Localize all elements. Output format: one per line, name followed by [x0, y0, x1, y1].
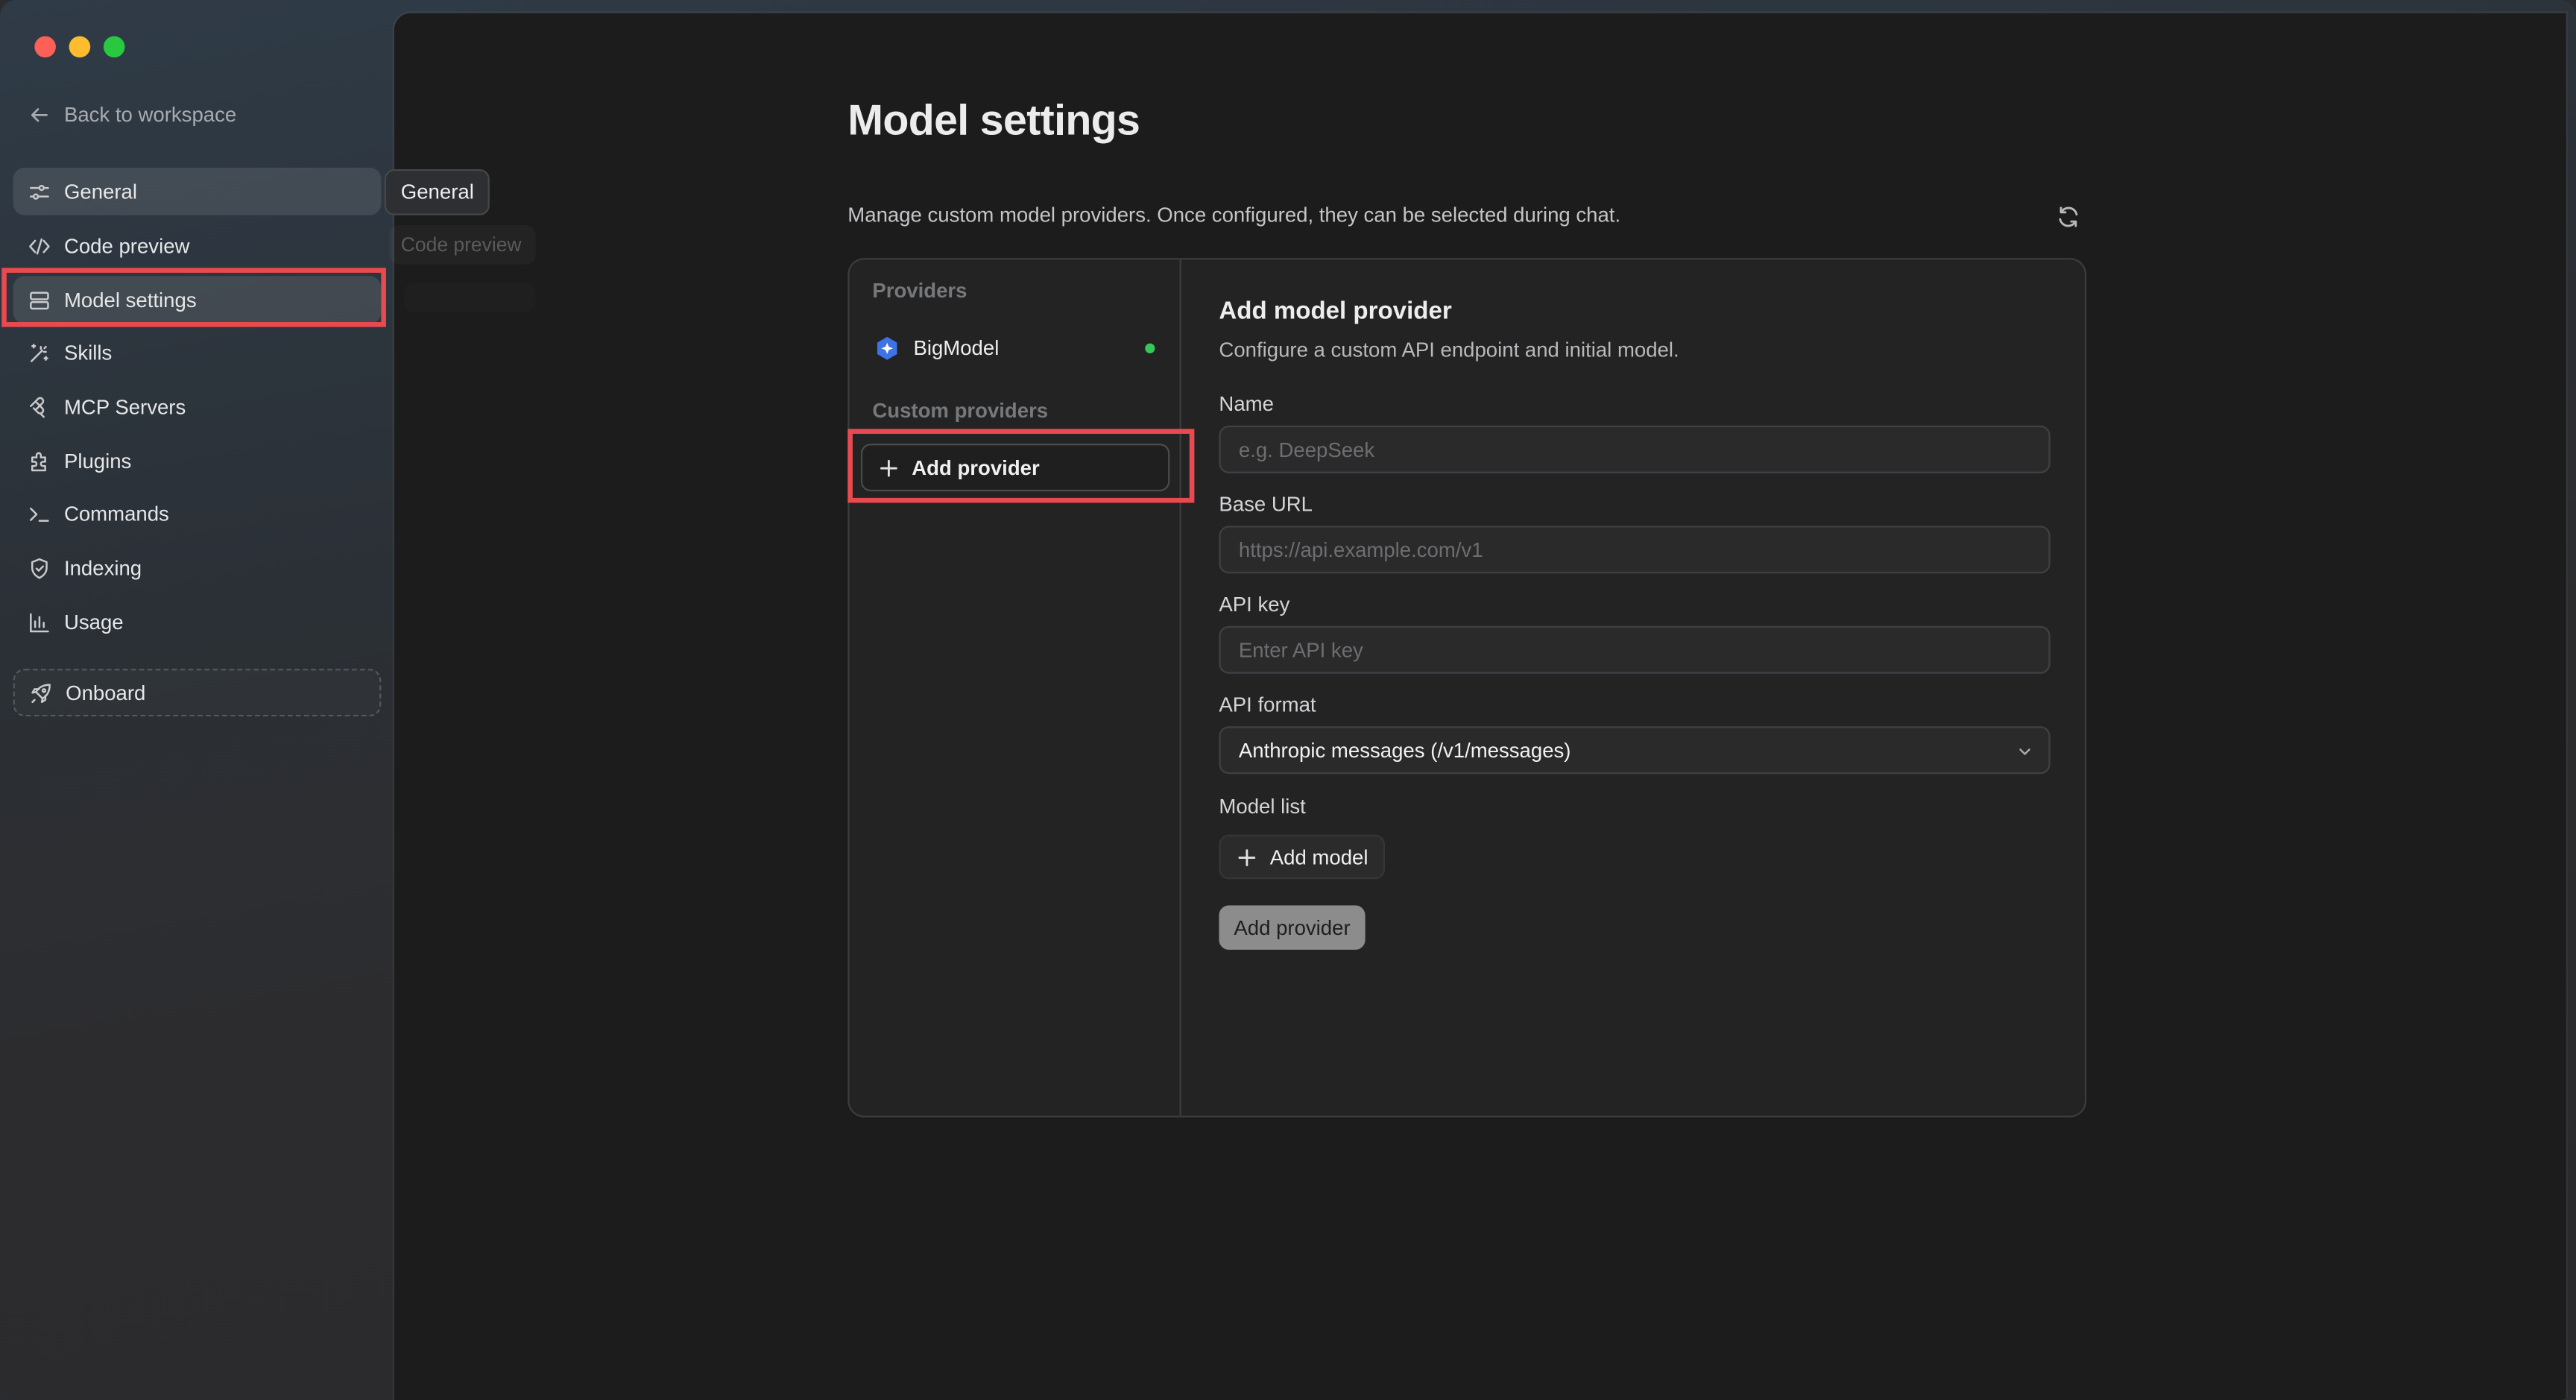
- ghost-tooltip-faint: [404, 283, 535, 312]
- sidebar-item-label: General: [63, 180, 138, 204]
- magic-wand-icon: [31, 342, 48, 362]
- plus-icon: [1238, 848, 1256, 865]
- close-window-button[interactable]: [34, 36, 56, 58]
- add-model-button[interactable]: Add model: [1219, 834, 1385, 880]
- sidebar-item-general[interactable]: General: [13, 167, 382, 215]
- server-icon: [30, 291, 49, 309]
- add-provider-label: Add provider: [912, 455, 1040, 479]
- bigmodel-logo-icon: [877, 336, 897, 360]
- sidebar-item-code-preview[interactable]: Code preview: [13, 222, 382, 270]
- sidebar-item-usage[interactable]: Usage: [13, 598, 382, 646]
- rocket-icon: [31, 683, 51, 702]
- zoom-window-button[interactable]: [103, 36, 125, 58]
- sidebar-item-label: Model settings: [63, 288, 197, 312]
- sidebar-item-label: MCP Servers: [63, 395, 186, 418]
- puzzle-icon: [31, 451, 46, 471]
- provider-status-dot: [1145, 343, 1155, 353]
- form-title: Add model provider: [1219, 297, 1452, 326]
- mcp-icon: [30, 396, 45, 417]
- api-key-label: API key: [1219, 593, 1290, 617]
- providers-card: [847, 258, 2087, 1117]
- add-provider-sidebar-button[interactable]: Add provider: [860, 444, 1170, 492]
- bar-chart-icon: [30, 612, 49, 632]
- submit-label: Add provider: [1234, 915, 1351, 939]
- add-model-label: Add model: [1269, 845, 1368, 868]
- sidebar-item-label: Commands: [63, 502, 169, 526]
- minimize-window-button[interactable]: [69, 36, 91, 58]
- ghost-tooltip-text: Code preview: [400, 233, 522, 256]
- sidebar-item-mcp-servers[interactable]: MCP Servers: [13, 383, 382, 431]
- tooltip: General: [384, 169, 490, 215]
- api-format-select[interactable]: Anthropic messages (/v1/messages): [1219, 726, 2051, 775]
- back-to-workspace-label: Back to workspace: [63, 103, 237, 127]
- base-url-input[interactable]: [1219, 526, 2051, 574]
- sidebar-item-model-settings[interactable]: Model settings: [13, 276, 382, 324]
- page-title: Model settings: [847, 95, 1140, 145]
- sidebar-item-label: Indexing: [63, 556, 142, 579]
- provider-name: BigModel: [913, 336, 1000, 360]
- terminal-icon: [30, 506, 49, 521]
- page-description: Manage custom model providers. Once conf…: [847, 204, 1621, 227]
- sidebar-item-plugins[interactable]: Plugins: [13, 437, 382, 485]
- sidebar-item-label: Plugins: [63, 449, 132, 473]
- name-label: Name: [1219, 392, 1274, 416]
- provider-item-bigmodel[interactable]: BigModel: [861, 327, 1169, 370]
- custom-providers-label: Custom providers: [872, 399, 1049, 423]
- sidebar-item-commands[interactable]: Commands: [13, 490, 382, 537]
- onboard-button[interactable]: Onboard: [13, 669, 382, 717]
- providers-section-label: Providers: [872, 279, 967, 303]
- onboard-label: Onboard: [66, 681, 146, 704]
- tooltip-text: General: [400, 180, 474, 204]
- sidebar-item-label: Skills: [63, 341, 113, 365]
- api-format-label: API format: [1219, 693, 1316, 717]
- add-provider-submit-button[interactable]: Add provider: [1219, 905, 1366, 950]
- api-key-input[interactable]: [1219, 625, 2051, 674]
- name-input[interactable]: [1219, 425, 2051, 473]
- card-divider: [1179, 259, 1181, 1116]
- base-url-label: Base URL: [1219, 493, 1313, 517]
- app-window: Back to workspace General Code preview M…: [0, 0, 2576, 1400]
- form-subtitle: Configure a custom API endpoint and init…: [1219, 338, 1679, 362]
- back-to-workspace-link[interactable]: Back to workspace: [28, 104, 236, 127]
- sliders-icon: [30, 183, 49, 199]
- sidebar-item-indexing[interactable]: Indexing: [13, 544, 382, 592]
- arrow-left-icon: [31, 108, 48, 122]
- model-list-label: Model list: [1219, 795, 1306, 819]
- plus-icon: [880, 458, 897, 476]
- chevron-down-icon: [2019, 748, 2030, 755]
- code-icon: [29, 237, 50, 254]
- sidebar-item-label: Code preview: [63, 234, 190, 257]
- refresh-icon[interactable]: [2055, 204, 2081, 230]
- shield-icon: [31, 557, 48, 578]
- sidebar-item-skills[interactable]: Skills: [13, 329, 382, 376]
- api-format-value: Anthropic messages (/v1/messages): [1238, 738, 1571, 762]
- sidebar-item-label: Usage: [63, 610, 124, 634]
